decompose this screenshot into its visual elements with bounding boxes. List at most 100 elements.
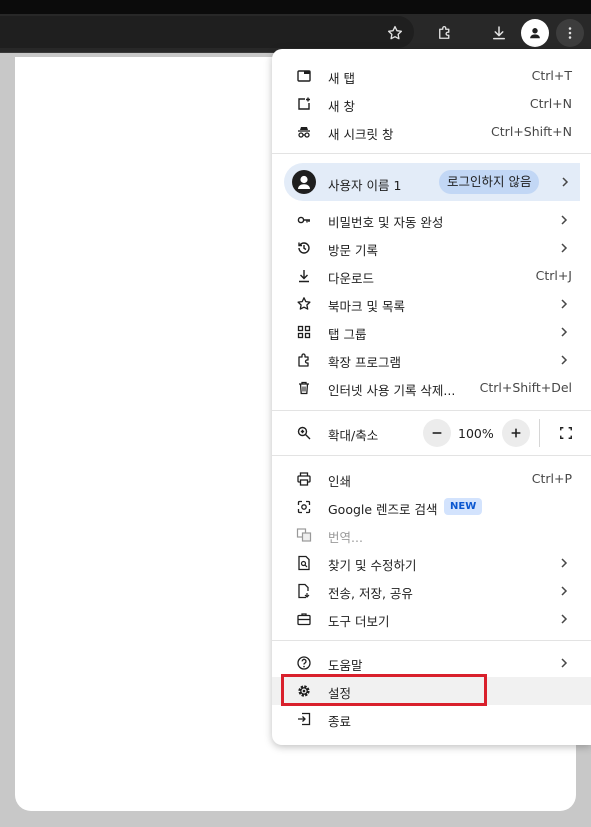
- menu-separator: [272, 153, 591, 154]
- profile-avatar: [292, 170, 316, 194]
- menu-item-shortcut: Ctrl+N: [529, 96, 572, 111]
- more-vert-icon: [568, 27, 572, 39]
- menu-item-print[interactable]: 인쇄 Ctrl+P: [272, 465, 591, 493]
- person-icon: [298, 175, 310, 189]
- menu-item-label: 탭 그룹: [328, 327, 367, 342]
- menu-item-extensions[interactable]: 확장 프로그램: [272, 346, 591, 374]
- menu-item-translate: 번역...: [272, 521, 591, 549]
- menu-item-help[interactable]: 도움말: [272, 649, 591, 677]
- file-share-icon: [296, 583, 312, 599]
- menu-item-label: Google 렌즈로 검색: [328, 502, 438, 517]
- chevron-right-icon: [561, 327, 568, 337]
- menu-item-shortcut: Ctrl+Shift+N: [491, 124, 572, 139]
- menu-item-label: 방문 기록: [328, 243, 378, 258]
- menu-item-bookmarks[interactable]: 북마크 및 목록: [272, 290, 591, 318]
- menu-item-label: 비밀번호 및 자동 완성: [328, 215, 444, 230]
- toolbox-icon: [296, 611, 312, 627]
- menu-item-label: 설정: [328, 686, 352, 701]
- menu-item-label: 다운로드: [328, 271, 375, 286]
- menu-item-more-tools[interactable]: 도구 더보기: [272, 605, 591, 633]
- minus-icon: [432, 432, 442, 434]
- lens-icon: [296, 499, 312, 515]
- menu-separator: [272, 640, 591, 641]
- menu-item-new-window[interactable]: 새 창 Ctrl+N: [272, 90, 591, 118]
- chevron-right-icon: [561, 243, 568, 253]
- menu-item-label: 새 창: [328, 99, 355, 114]
- key-icon: [296, 212, 312, 228]
- menu-item-new-tab[interactable]: 새 탭 Ctrl+T: [272, 62, 591, 90]
- gear-icon: [296, 683, 312, 699]
- menu-item-google-lens[interactable]: Google 렌즈로 검색 NEW: [272, 493, 591, 521]
- sign-in-status-badge: 로그인하지 않음: [439, 170, 540, 194]
- new-window-icon: [296, 96, 312, 112]
- zoom-divider: [539, 419, 540, 447]
- new-badge: NEW: [444, 498, 483, 515]
- chevron-right-icon: [561, 215, 568, 225]
- menu-item-label: 전송, 저장, 공유: [328, 586, 413, 601]
- history-icon: [296, 240, 312, 256]
- menu-separator: [272, 455, 591, 456]
- menu-item-passwords[interactable]: 비밀번호 및 자동 완성: [272, 206, 591, 234]
- menu-item-shortcut: Ctrl+P: [531, 471, 572, 486]
- profile-name: 사용자 이름 1: [328, 178, 402, 193]
- menu-item-tab-groups[interactable]: 탭 그룹: [272, 318, 591, 346]
- menu-item-label: 인쇄: [328, 474, 352, 489]
- menu-item-cast-save-share[interactable]: 전송, 저장, 공유: [272, 577, 591, 605]
- menu-item-label: 도구 더보기: [328, 614, 390, 629]
- menu-item-shortcut: Ctrl+Shift+Del: [479, 380, 572, 395]
- exit-icon: [296, 711, 312, 727]
- menu-item-label: 새 시크릿 창: [328, 127, 394, 142]
- menu-item-exit[interactable]: 종료: [272, 705, 591, 733]
- incognito-icon: [296, 124, 312, 140]
- menu-item-history[interactable]: 방문 기록: [272, 234, 591, 262]
- address-bar[interactable]: [0, 16, 414, 48]
- menu-item-shortcut: Ctrl+J: [535, 268, 572, 283]
- star-icon: [296, 296, 312, 312]
- extensions-button[interactable]: [431, 19, 459, 47]
- find-in-page-icon: [296, 555, 312, 571]
- chevron-right-icon: [561, 558, 568, 568]
- chevron-right-icon: [561, 586, 568, 596]
- plus-icon: [511, 428, 521, 438]
- chrome-menu-button[interactable]: [556, 19, 584, 47]
- new-tab-icon: [296, 68, 312, 84]
- menu-separator: [272, 410, 591, 411]
- menu-item-incognito[interactable]: 새 시크릿 창 Ctrl+Shift+N: [272, 118, 591, 146]
- chevron-right-icon: [561, 299, 568, 309]
- menu-item-label: 새 탭: [328, 71, 355, 86]
- trash-icon: [296, 380, 312, 396]
- puzzle-icon: [439, 26, 450, 39]
- chevron-right-icon: [562, 177, 569, 187]
- chevron-right-icon: [561, 658, 568, 668]
- menu-item-label: 종료: [328, 714, 352, 729]
- star-icon: [387, 25, 403, 40]
- zoom-out-button[interactable]: [423, 419, 451, 447]
- fullscreen-button[interactable]: [552, 419, 580, 447]
- chevron-right-icon: [561, 614, 568, 624]
- menu-item-label: 확대/축소: [328, 428, 379, 443]
- menu-item-label: 북마크 및 목록: [328, 299, 405, 314]
- menu-item-settings[interactable]: 설정: [272, 677, 591, 705]
- zoom-level-value: 100%: [458, 426, 494, 441]
- fullscreen-icon: [560, 427, 572, 439]
- zoom-in-button[interactable]: [502, 419, 530, 447]
- zoom-icon: [296, 425, 312, 441]
- menu-item-clear-browsing-data[interactable]: 인터넷 사용 기록 삭제... Ctrl+Shift+Del: [272, 374, 591, 402]
- bookmark-star-button[interactable]: [381, 19, 409, 47]
- profile-button[interactable]: [521, 19, 549, 47]
- menu-item-find-edit[interactable]: 찾기 및 수정하기: [272, 549, 591, 577]
- puzzle-icon: [296, 352, 312, 368]
- menu-profile-row[interactable]: 사용자 이름 1 로그인하지 않음: [284, 163, 580, 201]
- grid-icon: [296, 324, 312, 340]
- downloads-button[interactable]: [485, 19, 513, 47]
- download-icon: [493, 26, 505, 40]
- menu-item-downloads[interactable]: 다운로드 Ctrl+J: [272, 262, 591, 290]
- window-top-strip: [0, 0, 591, 14]
- chrome-main-menu: 새 탭 Ctrl+T 새 창 Ctrl+N 새 시크릿 창 Ctrl+Shift…: [272, 49, 591, 745]
- menu-item-label: 도움말: [328, 658, 363, 673]
- menu-item-label: 인터넷 사용 기록 삭제...: [328, 383, 456, 398]
- person-icon: [530, 28, 540, 39]
- chevron-right-icon: [561, 355, 568, 365]
- printer-icon: [296, 471, 312, 487]
- translate-icon: [296, 527, 312, 543]
